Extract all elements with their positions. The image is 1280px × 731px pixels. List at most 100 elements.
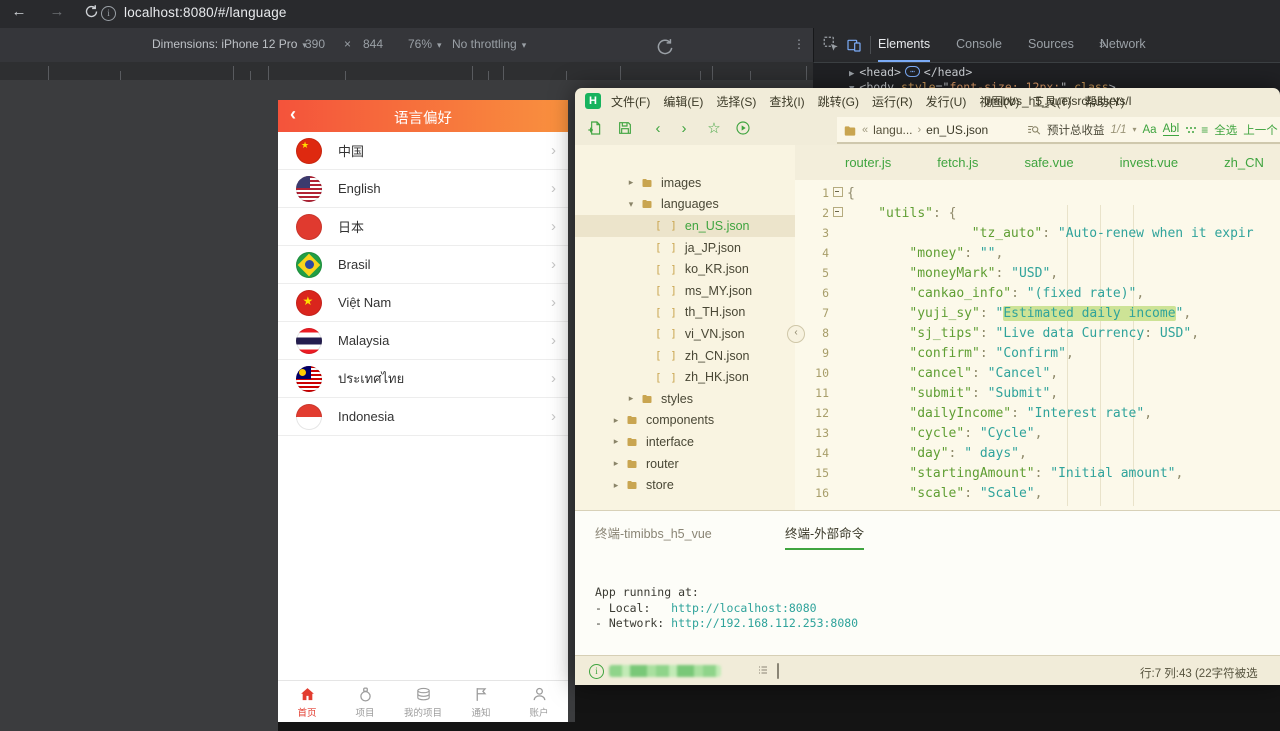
terminal-icon[interactable]: [777, 664, 779, 678]
tab-flag[interactable]: 通知: [452, 681, 510, 722]
browser-menu-icon[interactable]: ⋮: [793, 37, 805, 51]
tree-item-styles[interactable]: ▸styles: [575, 388, 795, 410]
code-editor[interactable]: 1{2"utils": {3"tz_auto": "Auto-renew whe…: [795, 180, 1280, 510]
language-row-vn[interactable]: Việt Nam›: [278, 284, 568, 322]
nav-back-icon[interactable]: ‹: [649, 120, 667, 138]
menu-item-2[interactable]: 选择(S): [716, 93, 756, 110]
tree-collapsed-arrow-icon[interactable]: ▸: [611, 458, 621, 469]
tree-item-ja_JP.json[interactable]: [ ]ja_JP.json: [575, 237, 795, 259]
menu-item-5[interactable]: 运行(R): [872, 93, 913, 110]
language-row-cn[interactable]: 中国›: [278, 132, 568, 170]
devtools-tab-elements[interactable]: Elements: [878, 28, 930, 62]
editor-tab-fetch.js[interactable]: fetch.js: [937, 155, 978, 170]
tab-coins[interactable]: 我的项目: [394, 681, 452, 722]
bookmark-star-icon[interactable]: ☆: [705, 120, 723, 138]
tree-collapsed-arrow-icon[interactable]: ▸: [626, 393, 636, 404]
tree-item-th_TH.json[interactable]: [ ]th_TH.json: [575, 302, 795, 324]
regex-button[interactable]: [1185, 125, 1195, 135]
expand-arrow-icon[interactable]: ▶: [849, 69, 854, 79]
tree-item-components[interactable]: ▸components: [575, 410, 795, 432]
tab-user[interactable]: 账户: [510, 681, 568, 722]
language-row-jp[interactable]: 日本›: [278, 208, 568, 246]
breadcrumb-file[interactable]: en_US.json: [926, 123, 988, 137]
tree-item-zh_HK.json[interactable]: [ ]zh_HK.json: [575, 366, 795, 388]
inspect-element-icon[interactable]: [822, 35, 840, 53]
editor-tab-router.js[interactable]: router.js: [845, 155, 891, 170]
menu-item-1[interactable]: 编辑(E): [663, 93, 703, 110]
new-file-icon[interactable]: [587, 120, 605, 138]
more-tabs-icon[interactable]: »: [1099, 37, 1106, 51]
code-segment: App running at:: [595, 585, 699, 599]
elements-head-node[interactable]: ▶<head>⋯</head>: [849, 65, 972, 79]
terminal-tab-0[interactable]: 终端-timibbs_h5_vue: [595, 523, 712, 542]
devtools-tab-network[interactable]: Network: [1100, 28, 1146, 62]
menu-item-4[interactable]: 跳转(G): [818, 93, 859, 110]
previous-match-button[interactable]: 上一个: [1243, 122, 1278, 138]
devtools-tab-sources[interactable]: Sources: [1028, 28, 1074, 62]
tree-item-router[interactable]: ▸router: [575, 453, 795, 475]
breadcrumb[interactable]: « langu... › en_US.json: [837, 117, 1029, 144]
fold-toggle-icon[interactable]: [833, 207, 843, 217]
toggle-device-toolbar-icon[interactable]: [846, 37, 862, 51]
editor-tab-safe.vue[interactable]: safe.vue: [1024, 155, 1073, 170]
language-row-id[interactable]: Indonesia›: [278, 398, 568, 436]
tree-item-images[interactable]: ▸images: [575, 172, 795, 194]
info-icon[interactable]: i: [589, 664, 604, 679]
list-icon[interactable]: [757, 664, 769, 676]
tree-item-languages[interactable]: ▾languages: [575, 194, 795, 216]
run-icon[interactable]: [735, 120, 753, 138]
language-row-th[interactable]: Malaysia›: [278, 322, 568, 360]
file-tree: ▸images▾languages[ ]en_US.json[ ]ja_JP.j…: [575, 172, 795, 496]
rotate-device-icon[interactable]: [655, 37, 675, 57]
menu-item-6[interactable]: 发行(U): [926, 93, 967, 110]
devtools-tab-console[interactable]: Console: [956, 28, 1002, 62]
tab-bag[interactable]: 项目: [336, 681, 394, 722]
tree-item-zh_CN.json[interactable]: [ ]zh_CN.json: [575, 345, 795, 367]
viewport-width-input[interactable]: 390: [305, 37, 325, 51]
whole-word-button[interactable]: Abl: [1163, 123, 1180, 136]
back-icon[interactable]: ←: [8, 3, 30, 20]
forward-icon[interactable]: →: [46, 3, 68, 20]
terminal-tab-1[interactable]: 终端-外部命令: [785, 523, 864, 550]
throttling-select[interactable]: No throttling: [452, 37, 526, 51]
search-box[interactable]: 预计总收益 1/1 ▾ Aa Abl ≡ 全选 上一个: [1023, 117, 1280, 144]
select-all-button[interactable]: 全选: [1214, 122, 1237, 138]
breadcrumb-collapse[interactable]: «: [862, 124, 868, 136]
save-icon[interactable]: [617, 120, 635, 138]
sidebar-collapse-icon[interactable]: ‹: [787, 325, 805, 343]
terminal-output[interactable]: App running at:- Local: http://localhost…: [595, 585, 858, 632]
tree-collapsed-arrow-icon[interactable]: ▸: [611, 436, 621, 447]
tree-item-ms_MY.json[interactable]: [ ]ms_MY.json: [575, 280, 795, 302]
multiline-button[interactable]: ≡: [1201, 123, 1208, 137]
fold-toggle-icon[interactable]: [833, 187, 843, 197]
tree-item-vi_VN.json[interactable]: [ ]vi_VN.json: [575, 323, 795, 345]
address-bar[interactable]: localhost:8080/#/language: [124, 5, 287, 20]
editor-tab-zh_CN[interactable]: zh_CN: [1224, 155, 1264, 170]
search-input[interactable]: 预计总收益: [1047, 122, 1105, 138]
language-row-my[interactable]: ประเทศไทย›: [278, 360, 568, 398]
viewport-height-input[interactable]: 844: [363, 37, 383, 51]
match-case-button[interactable]: Aa: [1143, 124, 1157, 136]
tree-collapsed-arrow-icon[interactable]: ▸: [611, 415, 621, 426]
tree-collapsed-arrow-icon[interactable]: ▸: [611, 480, 621, 491]
device-select[interactable]: Dimensions: iPhone 12 Pro: [152, 37, 307, 51]
code-text: "dailyIncome": "Interest rate",: [847, 406, 1152, 421]
site-info-icon[interactable]: i: [101, 6, 116, 21]
tab-home[interactable]: 首页: [278, 681, 336, 722]
tree-item-en_US.json[interactable]: [ ]en_US.json: [575, 215, 795, 237]
tree-item-interface[interactable]: ▸interface: [575, 431, 795, 453]
tree-item-ko_KR.json[interactable]: [ ]ko_KR.json: [575, 258, 795, 280]
tree-expanded-arrow-icon[interactable]: ▾: [626, 199, 636, 210]
nav-forward-icon[interactable]: ›: [675, 120, 693, 138]
zoom-select[interactable]: 76%: [408, 37, 442, 51]
editor-tab-invest.vue[interactable]: invest.vue: [1120, 155, 1179, 170]
tree-item-store[interactable]: ▸store: [575, 474, 795, 496]
menu-item-0[interactable]: 文件(F): [611, 93, 650, 110]
breadcrumb-folder[interactable]: langu...: [873, 123, 912, 137]
chevron-down-icon[interactable]: ▾: [1133, 125, 1137, 134]
menu-item-3[interactable]: 查找(I): [769, 93, 804, 110]
devtools-header: Elements Console Sources Network »: [813, 28, 1280, 63]
language-row-us[interactable]: English›: [278, 170, 568, 208]
language-row-br[interactable]: Brasil›: [278, 246, 568, 284]
tree-collapsed-arrow-icon[interactable]: ▸: [626, 177, 636, 188]
